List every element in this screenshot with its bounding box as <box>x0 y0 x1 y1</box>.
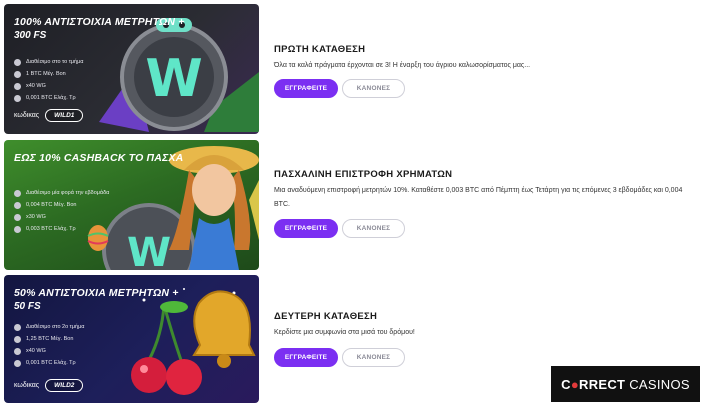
promo-description: Κερδίστε μια συμφωνία στα μισά του δρόμο… <box>274 329 415 336</box>
deposit-icon <box>14 359 21 367</box>
list-item: 1,25 BTC Μέγ. Bon <box>14 333 84 345</box>
rules-button[interactable]: ΚΑΝΟΝΕΣ <box>342 348 405 367</box>
promo-heading: ΔΕΥΤΕΡΗ ΚΑΤΑΘΕΣΗ <box>274 311 378 322</box>
coin-icon <box>14 201 21 209</box>
promo-easter-cashback: W ΕΩΣ 10% CASHBACK ΤΟ ΠΑΣΧΑ Διαθέσιμο μί… <box>0 140 701 270</box>
deposit-icon <box>14 94 21 102</box>
promo-code: κωδικας WILD1 <box>14 109 84 122</box>
rules-button[interactable]: ΚΑΝΟΝΕΣ <box>342 219 405 238</box>
multiplier-icon <box>14 213 21 221</box>
code-badge[interactable]: WILD1 <box>45 109 84 122</box>
promo-description: Όλα τα καλά πράγματα έρχονται σε 3! Η έν… <box>274 62 531 69</box>
list-item: x40 WG <box>14 345 84 357</box>
rules-button[interactable]: ΚΑΝΟΝΕΣ <box>342 79 405 98</box>
list-item: 0,003 BTC Ελάχ. Τρ <box>14 223 109 235</box>
coin-icon <box>14 70 21 78</box>
register-button[interactable]: ΕΓΓΡΑΦΕΙΤΕ <box>274 79 338 98</box>
multiplier-icon <box>14 82 21 90</box>
info-icon <box>14 58 21 66</box>
list-item: Διαθέσιμο στο το τμήμα <box>14 56 83 68</box>
list-item: 0,004 BTC Μέγ. Bon <box>14 199 109 211</box>
register-button[interactable]: ΕΓΓΡΑΦΕΙΤΕ <box>274 219 338 238</box>
promo-banner[interactable]: 50% ΑΝΤΙΣΤΟΙΧΙΑ ΜΕΤΡΗΤΩΝ + 50 FS Διαθέσι… <box>4 275 259 403</box>
robot-wheel-illustration: W <box>99 18 259 132</box>
pin-icon: ● <box>570 376 580 392</box>
info-icon <box>14 189 21 197</box>
list-item: 1 BTC Μέγ. Bon <box>14 68 83 80</box>
banner-details: Διαθέσιμο στο 2ο τμήμα 1,25 BTC Μέγ. Bon… <box>14 321 84 369</box>
promo-code: κωδικας WILD2 <box>14 379 84 392</box>
promo-heading: ΠΡΩΤΗ ΚΑΤΑΘΕΣΗ <box>274 44 366 55</box>
logo-text: C●RRECT CASINOS <box>561 376 690 392</box>
banner-subtitle: 300 FS <box>14 30 47 41</box>
list-item: x30 WG <box>14 211 109 223</box>
svg-text:W: W <box>127 230 171 270</box>
correct-casinos-logo: C●RRECT CASINOS <box>551 366 700 402</box>
banner-details: Διαθέσιμο μία φορά την εβδομάδα 0,004 BT… <box>14 187 109 235</box>
banner-title: ΕΩΣ 10% CASHBACK ΤΟ ΠΑΣΧΑ <box>14 152 184 164</box>
list-item: x40 WG <box>14 80 83 92</box>
promo-heading: ΠΑΣΧΑΛΙΝΗ ΕΠΙΣΤΡΟΦΗ ΧΡΗΜΑΤΩΝ <box>274 169 453 180</box>
list-item: Διαθέσιμο μία φορά την εβδομάδα <box>14 187 109 199</box>
cherry-bell-illustration <box>131 288 256 395</box>
banner-subtitle: 50 FS <box>14 301 41 312</box>
promo-description: Μια αναδυόμενη επιστροφή μετρητών 10%. Κ… <box>274 187 683 208</box>
list-item: 0,001 BTC Ελάχ. Τρ <box>14 92 83 104</box>
banner-title: 100% ΑΝΤΙΣΤΟΙΧΙΑ ΜΕΤΡΗΤΩΝ + <box>14 16 185 28</box>
promo-banner[interactable]: W 100% ΑΝΤΙΣΤΟΙΧΙΑ ΜΕΤΡΗΤΩΝ + 300 FS Δια… <box>4 4 259 134</box>
deposit-icon <box>14 225 21 233</box>
code-label: κωδικας <box>14 112 40 119</box>
svg-text:W: W <box>145 49 202 109</box>
list-item: Διαθέσιμο στο 2ο τμήμα <box>14 321 84 333</box>
banner-title: 50% ΑΝΤΙΣΤΟΙΧΙΑ ΜΕΤΡΗΤΩΝ + <box>14 287 179 299</box>
code-label: κωδικας <box>14 382 40 389</box>
multiplier-icon <box>14 347 21 355</box>
coin-icon <box>14 335 21 343</box>
list-item: 0,001 BTC Ελάχ. Τρ <box>14 357 84 369</box>
promo-banner[interactable]: W ΕΩΣ 10% CASHBACK ΤΟ ΠΑΣΧΑ Διαθέσιμο μί… <box>4 140 259 270</box>
code-badge[interactable]: WILD2 <box>45 379 84 392</box>
register-button[interactable]: ΕΓΓΡΑΦΕΙΤΕ <box>274 348 338 367</box>
info-icon <box>14 323 21 331</box>
promo-first-deposit: W 100% ΑΝΤΙΣΤΟΙΧΙΑ ΜΕΤΡΗΤΩΝ + 300 FS Δια… <box>0 4 701 134</box>
banner-details: Διαθέσιμο στο το τμήμα 1 BTC Μέγ. Bon x4… <box>14 56 83 104</box>
